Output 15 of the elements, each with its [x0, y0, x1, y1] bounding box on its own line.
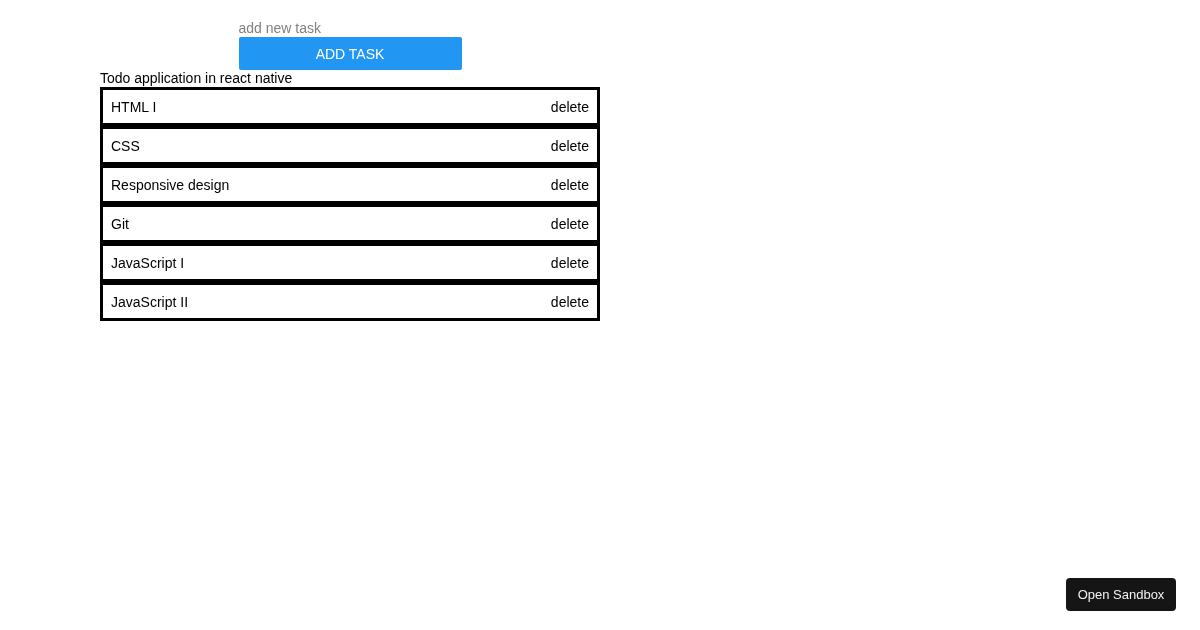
- task-text: Git: [111, 215, 129, 232]
- app-title: Todo application in react native: [100, 70, 294, 87]
- new-task-field[interactable]: add new task: [238, 19, 462, 37]
- delete-button[interactable]: delete: [550, 254, 589, 271]
- delete-button[interactable]: delete: [550, 137, 589, 154]
- delete-button[interactable]: delete: [550, 215, 589, 232]
- task-text: HTML I: [111, 98, 157, 115]
- delete-button[interactable]: delete: [550, 176, 589, 193]
- task-text: JavaScript I: [111, 254, 185, 271]
- task-text: CSS: [111, 137, 140, 154]
- task-text: Responsive design: [111, 176, 230, 193]
- open-sandbox-button[interactable]: Open Sandbox: [1066, 578, 1176, 611]
- delete-button[interactable]: delete: [550, 293, 589, 310]
- delete-button[interactable]: delete: [550, 98, 589, 115]
- task-text: JavaScript II: [111, 293, 189, 310]
